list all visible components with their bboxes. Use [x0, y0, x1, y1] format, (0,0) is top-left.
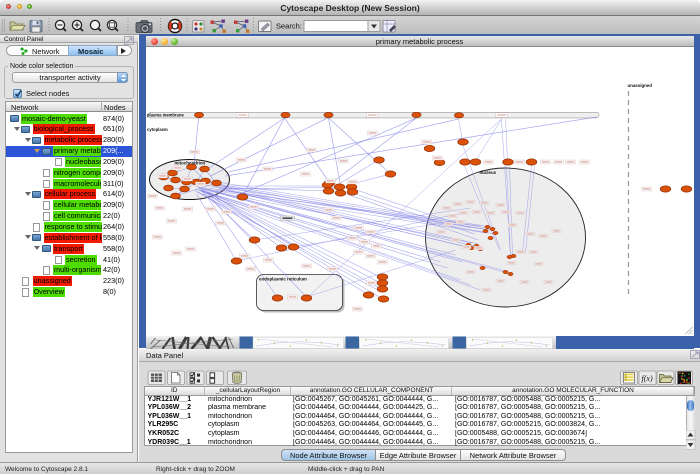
svg-text:cytoplasm: cytoplasm: [147, 127, 168, 132]
svg-text:nucleus: nucleus: [479, 170, 496, 175]
svg-text:unassigned: unassigned: [627, 83, 652, 88]
svg-text:endoplasmic reticulum: endoplasmic reticulum: [259, 277, 307, 282]
svg-text:f(x): f(x): [642, 374, 653, 383]
svg-text:Search:: Search:: [276, 22, 302, 31]
svg-text:plasma membrane: plasma membrane: [147, 113, 184, 118]
